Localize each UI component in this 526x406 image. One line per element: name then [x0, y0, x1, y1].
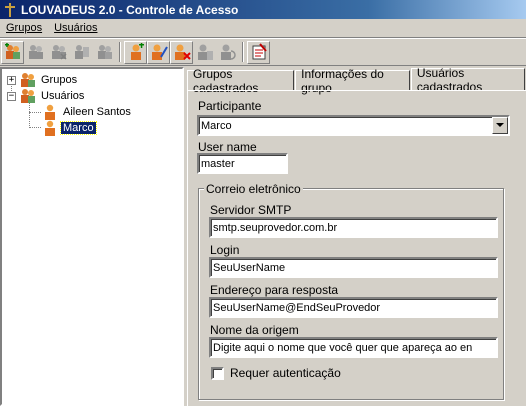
toolbar-separator	[119, 42, 121, 62]
collapse-icon[interactable]: −	[7, 91, 16, 101]
tree-label: Aileen Santos	[63, 106, 131, 118]
tree-label: Marco	[60, 121, 97, 135]
delete-group-button[interactable]	[47, 41, 70, 64]
reply-label: Endereço para resposta	[210, 283, 339, 297]
group-properties-button[interactable]	[70, 41, 93, 64]
tree-view[interactable]: + Grupos − Usuários Aileen Santos Marco	[0, 67, 184, 406]
tree-node-usuarios[interactable]: − Usuários	[7, 88, 86, 104]
origin-name-input[interactable]: Digite aqui o nome que você quer que apa…	[209, 337, 498, 358]
auth-checkbox[interactable]	[211, 367, 224, 380]
menu-usuarios[interactable]: Usuários	[50, 22, 101, 34]
participante-value: Marco	[201, 120, 232, 132]
smtp-label: Servidor SMTP	[210, 203, 292, 217]
edit-group-button[interactable]	[24, 41, 47, 64]
user-group-button[interactable]	[216, 41, 239, 64]
user-icon	[42, 120, 58, 136]
tab-strip: Grupos cadastrados Informações do grupo …	[187, 66, 526, 95]
chevron-down-icon	[496, 123, 504, 127]
delete-group-icon	[51, 45, 67, 60]
edit-user-icon	[151, 44, 168, 60]
group-users-icon	[97, 45, 112, 59]
toolbar	[0, 38, 526, 66]
email-groupbox-title: Correio eletrônico	[204, 182, 303, 196]
user-icon	[42, 104, 58, 120]
toolbar-separator	[242, 42, 244, 62]
reply-address-input[interactable]: SeuUserName@EndSeuProvedor	[209, 297, 498, 318]
tab-usuarios-cadastrados[interactable]: Usuários cadastrados	[410, 66, 525, 94]
tree-node-user[interactable]: Aileen Santos	[42, 104, 133, 120]
app-cross-icon	[3, 2, 17, 17]
expand-icon[interactable]: +	[7, 75, 16, 85]
tab-grupos-cadastrados[interactable]: Grupos cadastrados	[187, 67, 295, 95]
group-icon	[20, 88, 36, 104]
group-icon	[20, 72, 36, 88]
user-group-icon	[220, 44, 236, 60]
add-user-button[interactable]	[124, 40, 147, 64]
user-properties-button[interactable]	[193, 41, 216, 64]
group-users-button[interactable]	[93, 41, 116, 64]
delete-user-icon	[174, 44, 191, 60]
delete-user-button[interactable]	[170, 40, 193, 64]
tree-node-user-selected[interactable]: Marco	[42, 120, 97, 136]
title-bar: LOUVADEUS 2.0 - Controle de Acesso	[0, 0, 526, 19]
report-icon	[252, 43, 267, 60]
edit-group-icon	[28, 45, 43, 59]
dropdown-button[interactable]	[492, 117, 508, 134]
add-group-button[interactable]	[1, 40, 24, 64]
auth-checkbox-label[interactable]: Requer autenticação	[230, 366, 341, 380]
window-title: LOUVADEUS 2.0 - Controle de Acesso	[21, 2, 239, 17]
username-input[interactable]: master	[197, 153, 288, 174]
edit-user-button[interactable]	[147, 40, 170, 64]
user-properties-icon	[197, 44, 213, 60]
menu-grupos[interactable]: Grupos	[2, 22, 46, 34]
tree-label: Usuários	[41, 90, 85, 102]
tab-informacoes-grupo[interactable]: Informações do grupo	[295, 67, 410, 95]
tree-node-grupos[interactable]: + Grupos	[7, 72, 79, 88]
add-user-icon	[130, 43, 144, 60]
group-properties-icon	[74, 45, 89, 59]
add-group-icon	[4, 43, 20, 59]
menu-bar: Grupos Usuários	[0, 19, 526, 38]
login-label: Login	[210, 243, 240, 257]
login-input[interactable]: SeuUserName	[209, 257, 498, 278]
participante-select[interactable]: Marco	[197, 115, 510, 136]
participante-label: Participante	[198, 99, 262, 113]
tab-panel: Participante Marco User name master Corr…	[187, 90, 526, 406]
smtp-input[interactable]: smtp.seuprovedor.com.br	[209, 217, 498, 238]
report-button[interactable]	[247, 40, 270, 64]
tree-label: Grupos	[41, 74, 78, 86]
origin-label: Nome da origem	[210, 323, 299, 337]
username-label: User name	[198, 140, 257, 154]
